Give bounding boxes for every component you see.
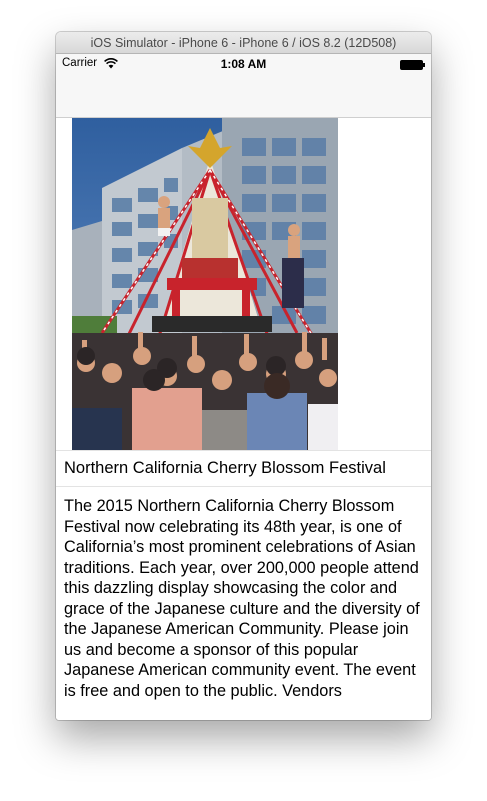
device-screen: Carrier 1:08 AM Northern California Cher…: [56, 54, 431, 720]
festival-photo: [72, 118, 338, 450]
desktop-background: iOS Simulator - iPhone 6 - iPhone 6 / iO…: [0, 0, 487, 801]
window-title: iOS Simulator - iPhone 6 - iPhone 6 / iO…: [56, 32, 431, 54]
simulator-window: iOS Simulator - iPhone 6 - iPhone 6 / iO…: [56, 32, 431, 720]
status-time: 1:08 AM: [220, 57, 267, 71]
battery-icon: [400, 60, 425, 70]
status-bar: Carrier 1:08 AM: [56, 54, 431, 74]
event-title-row[interactable]: Northern California Cherry Blossom Festi…: [56, 450, 431, 487]
event-description: The 2015 Northern California Cherry Blos…: [64, 497, 420, 700]
event-title: Northern California Cherry Blossom Festi…: [64, 459, 386, 477]
